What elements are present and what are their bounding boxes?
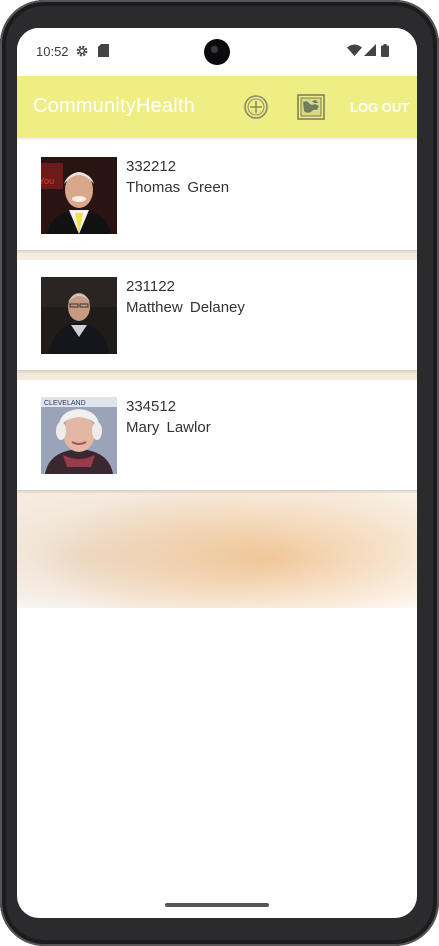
status-bar: 10:52 [17, 28, 417, 76]
front-camera [204, 39, 230, 65]
sd-card-icon [98, 44, 109, 57]
device-frame: 10:52 CommunityHealth LOG OUT You 332212… [0, 0, 439, 946]
patient-card[interactable]: You 332212 Thomas Green [17, 140, 417, 250]
patient-id: 332212 [126, 158, 177, 175]
patient-photo [41, 277, 117, 354]
patient-photo: You [41, 157, 117, 234]
patient-card[interactable]: 231122 Matthew Delaney [17, 260, 417, 370]
app-bar: CommunityHealth LOG OUT [17, 76, 417, 138]
cell-signal-icon [364, 44, 376, 56]
svg-text:You: You [41, 176, 54, 186]
add-circle-icon[interactable] [243, 94, 269, 120]
settings-gear-icon [76, 45, 88, 57]
patient-list: You 332212 Thomas Green 231122 Matthew D… [17, 138, 417, 490]
patient-name: Mary Lawlor [126, 419, 211, 436]
patient-photo: CLEVELAND [41, 397, 117, 474]
app-title: CommunityHealth [33, 95, 195, 117]
logout-button[interactable]: LOG OUT [350, 100, 409, 115]
home-indicator[interactable] [165, 903, 269, 907]
screen: 10:52 CommunityHealth LOG OUT You 332212… [17, 28, 417, 918]
patient-name: Thomas Green [126, 179, 230, 196]
wifi-icon [347, 44, 362, 56]
patient-id: 231122 [126, 278, 175, 295]
battery-icon [381, 44, 389, 57]
map-icon[interactable] [297, 94, 325, 120]
patient-card[interactable]: CLEVELAND 334512 Mary Lawlor [17, 380, 417, 490]
svg-text:CLEVELAND: CLEVELAND [44, 400, 86, 407]
patient-id: 334512 [126, 398, 177, 415]
patient-name: Matthew Delaney [126, 299, 245, 316]
status-time: 10:52 [36, 44, 69, 59]
